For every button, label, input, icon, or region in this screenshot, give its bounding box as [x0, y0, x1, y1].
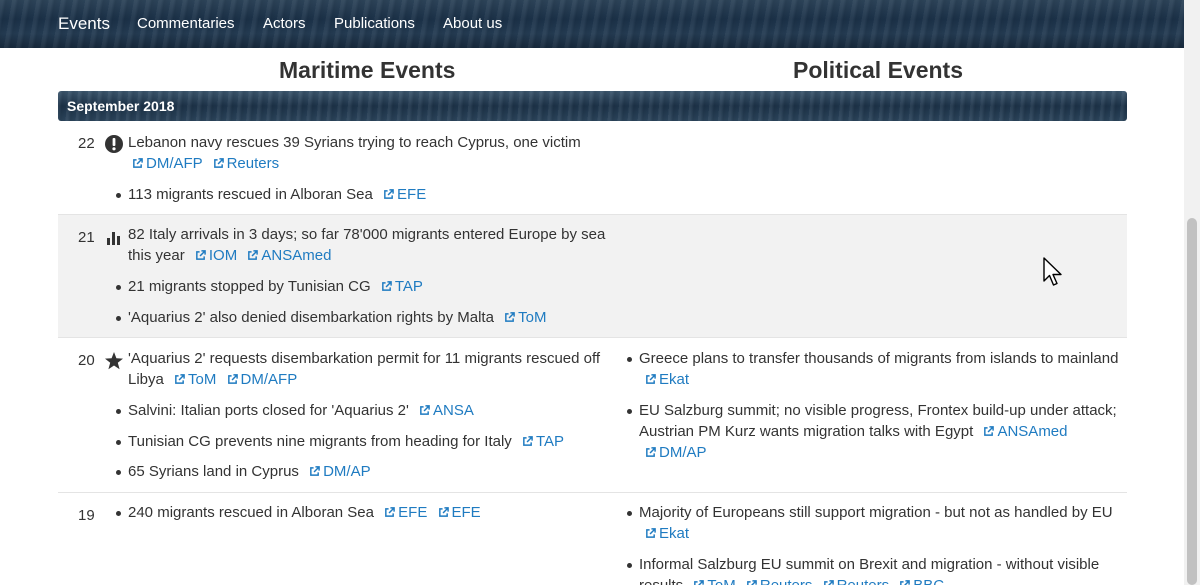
maritime-event: Lebanon navy rescues 39 Syrians trying t…	[128, 132, 608, 174]
source-link[interactable]: EFE	[438, 504, 481, 521]
event-text: 240 migrants rescued in Alboran Sea	[128, 504, 374, 521]
day-row-21: 21 82 Italy arrivals in 3 days; so far 7…	[58, 215, 1127, 338]
source-link[interactable]: DM/AP	[309, 463, 371, 480]
external-link-icon	[133, 158, 143, 168]
external-link-icon	[175, 374, 185, 384]
maritime-event: Tunisian CG prevents nine migrants from …	[116, 431, 618, 452]
event-text: 'Aquarius 2' also denied disembarkation …	[128, 309, 494, 326]
maritime-event: 'Aquarius 2' requests disembarkation per…	[128, 348, 618, 390]
day-number: 21	[78, 229, 95, 246]
source-link[interactable]: Ekat	[645, 525, 689, 542]
vertical-scrollbar[interactable]	[1184, 0, 1200, 585]
external-link-icon	[746, 580, 757, 585]
day-number: 20	[78, 352, 95, 369]
external-link-icon	[984, 426, 995, 436]
month-banner: September 2018	[58, 91, 1127, 121]
nav-item-commentaries[interactable]: Commentaries	[137, 15, 235, 32]
event-text: 113 migrants rescued in Alboran Sea	[128, 186, 373, 203]
maritime-event: Salvini: Italian ports closed for 'Aquar…	[116, 400, 618, 421]
external-link-icon	[420, 405, 430, 415]
bar-chart-icon	[107, 232, 120, 245]
political-events-heading: Political Events	[793, 57, 964, 83]
nav-item-actors[interactable]: Actors	[263, 15, 306, 32]
event-text: Lebanon navy rescues 39 Syrians trying t…	[128, 134, 581, 151]
event-text: Salvini: Italian ports closed for 'Aquar…	[128, 402, 409, 419]
external-link-icon	[646, 447, 656, 457]
political-event: Informal Salzburg EU summit on Brexit an…	[627, 554, 1123, 585]
maritime-events-heading: Maritime Events	[279, 57, 456, 83]
external-link-icon	[646, 528, 656, 538]
source-link[interactable]: DM/AP	[645, 444, 707, 461]
exclamation-circle-icon	[105, 135, 123, 153]
source-link[interactable]: ANSAmed	[247, 247, 331, 264]
source-link[interactable]: DM/AFP	[227, 371, 297, 388]
source-link[interactable]: Reuters	[746, 577, 812, 585]
source-link[interactable]: EFE	[383, 186, 426, 203]
nav-brand-events[interactable]: Events	[58, 14, 110, 34]
day-row-20: 20 'Aquarius 2' requests disembarkation …	[58, 338, 1127, 493]
maritime-event: 'Aquarius 2' also denied disembarkation …	[116, 307, 618, 328]
source-link[interactable]: IOM	[195, 247, 237, 264]
maritime-event: 113 migrants rescued in Alboran Sea EFE	[116, 184, 608, 205]
day-number: 22	[78, 135, 95, 152]
maritime-event: 82 Italy arrivals in 3 days; so far 78'0…	[128, 224, 618, 266]
source-link[interactable]: TAP	[522, 433, 564, 450]
political-event: Majority of Europeans still support migr…	[627, 502, 1123, 544]
event-text: Tunisian CG prevents nine migrants from …	[128, 433, 512, 450]
source-link[interactable]: ToM	[174, 371, 216, 388]
event-text: Majority of Europeans still support migr…	[639, 504, 1113, 521]
external-link-icon	[438, 507, 449, 517]
external-link-icon	[384, 189, 394, 199]
star-icon	[105, 352, 123, 370]
maritime-event: 240 migrants rescued in Alboran Sea EFE …	[116, 502, 618, 523]
source-link[interactable]: ToM	[504, 309, 546, 326]
event-text: 65 Syrians land in Cyprus	[128, 463, 299, 480]
nav-item-publications[interactable]: Publications	[334, 15, 415, 32]
day-row-19: 19 240 migrants rescued in Alboran Sea E…	[58, 493, 1127, 585]
source-link[interactable]: EFE	[384, 504, 427, 521]
external-link-icon	[195, 250, 206, 260]
top-navbar: Events Commentaries Actors Publications …	[0, 0, 1184, 48]
event-text: 21 migrants stopped by Tunisian CG	[128, 278, 371, 295]
source-link[interactable]: ANSA	[419, 402, 474, 419]
external-link-icon	[385, 507, 395, 517]
day-row-22: 22 Lebanon navy rescues 39 Syrians tryin…	[58, 121, 1127, 215]
mouse-cursor-icon	[1043, 257, 1062, 286]
source-link[interactable]: ANSAmed	[983, 423, 1068, 440]
nav-item-about-us[interactable]: About us	[443, 15, 502, 32]
month-label: September 2018	[67, 98, 175, 114]
external-link-icon	[823, 580, 834, 585]
source-link[interactable]: ToM	[693, 577, 736, 585]
source-link[interactable]: Reuters	[823, 577, 889, 585]
maritime-event: 65 Syrians land in Cyprus DM/AP	[116, 461, 618, 482]
external-link-icon	[694, 580, 705, 585]
source-link[interactable]: DM/AFP	[132, 155, 202, 172]
external-link-icon	[227, 374, 238, 384]
external-link-icon	[523, 436, 533, 446]
political-event: Greece plans to transfer thousands of mi…	[627, 348, 1123, 390]
external-link-icon	[900, 580, 911, 585]
day-number: 19	[78, 507, 95, 524]
source-link[interactable]: Ekat	[645, 371, 689, 388]
maritime-event: 21 migrants stopped by Tunisian CG TAP	[116, 276, 618, 297]
external-link-icon	[248, 250, 259, 260]
political-event: EU Salzburg summit; no visible progress,…	[627, 400, 1123, 463]
external-link-icon	[310, 466, 320, 476]
source-link[interactable]: Reuters	[213, 155, 279, 172]
source-link[interactable]: BBC	[899, 577, 944, 585]
event-text: Greece plans to transfer thousands of mi…	[639, 350, 1119, 367]
external-link-icon	[646, 374, 656, 384]
external-link-icon	[381, 281, 392, 291]
scrollbar-thumb[interactable]	[1187, 218, 1197, 585]
external-link-icon	[505, 312, 515, 322]
external-link-icon	[213, 158, 224, 168]
source-link[interactable]: TAP	[381, 278, 423, 295]
